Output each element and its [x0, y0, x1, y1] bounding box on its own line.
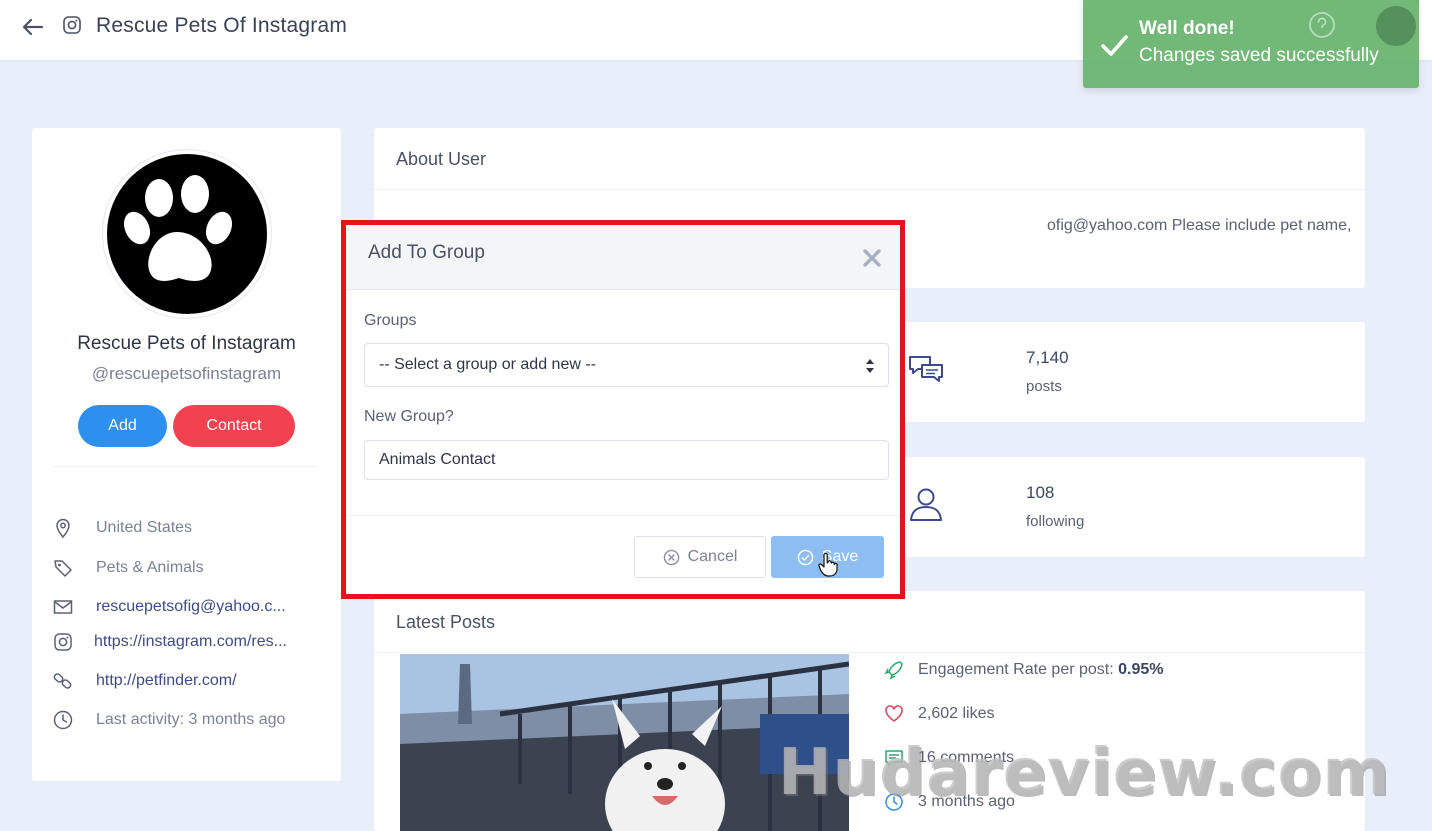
metric-label: 2,602 likes: [918, 705, 995, 722]
engagement-value: 0.95%: [1118, 661, 1164, 678]
instagram-link[interactable]: https://instagram.com/res...: [94, 633, 287, 651]
add-button[interactable]: Add: [78, 405, 167, 447]
profile-divider: [54, 466, 318, 467]
groups-label: Groups: [364, 312, 417, 329]
mail-icon: [53, 600, 73, 614]
modal-footer-divider: [346, 515, 900, 516]
page-title: Rescue Pets Of Instagram: [96, 14, 348, 37]
toast-title: Well done!: [1139, 18, 1235, 39]
cancel-circle-icon: [663, 549, 679, 565]
contact-button[interactable]: Contact: [173, 405, 295, 447]
website-link[interactable]: http://petfinder.com/: [96, 672, 237, 690]
cancel-button[interactable]: Cancel: [634, 536, 766, 578]
info-text: Pets & Animals: [96, 559, 204, 576]
close-button[interactable]: [860, 246, 884, 270]
toast-message: Changes saved successfully: [1139, 45, 1379, 66]
info-website[interactable]: http://petfinder.com/: [52, 669, 332, 695]
new-group-input[interactable]: [364, 440, 889, 480]
info-text: Last activity: 3 months ago: [96, 711, 286, 728]
user-icon: [910, 488, 942, 521]
profile-avatar: [103, 150, 271, 318]
question-circle-icon: [1309, 12, 1335, 38]
info-instagram[interactable]: https://instagram.com/res...: [52, 630, 332, 656]
instagram-icon: [63, 16, 81, 34]
info-email[interactable]: rescuepetsofig@yahoo.c...: [52, 595, 332, 621]
about-text: ofig@yahoo.com Please include pet name,: [1047, 217, 1352, 234]
posts-divider: [374, 652, 1365, 653]
profile-name: Rescue Pets of Instagram: [77, 333, 296, 354]
link-icon: [53, 673, 72, 689]
info-text: United States: [96, 519, 193, 536]
arrow-left-icon[interactable]: [20, 14, 46, 40]
latest-posts-title: Latest Posts: [396, 612, 496, 632]
modal-title: Add To Group: [368, 242, 485, 263]
select-arrows-icon: [866, 359, 874, 373]
group-select[interactable]: -- Select a group or add new --: [364, 343, 889, 387]
new-group-label: New Group?: [364, 408, 454, 425]
check-circle-icon: [797, 549, 814, 565]
metric-likes: 2,602 likes: [884, 704, 1354, 730]
paw-icon: [123, 175, 233, 281]
close-icon: [863, 249, 881, 267]
add-to-group-modal: Add To Group Groups -- Select a group or…: [346, 225, 900, 594]
tag-icon: [54, 560, 72, 577]
about-divider: [374, 189, 1365, 190]
cancel-label: Cancel: [687, 548, 738, 565]
about-title: About User: [396, 149, 487, 169]
group-select-value: -- Select a group or add new --: [379, 356, 596, 373]
stat-label: posts: [1026, 378, 1062, 395]
info-location: United States: [52, 516, 332, 542]
modal-header: Add To Group: [346, 225, 900, 290]
metric-engagement: Engagement Rate per post: 0.95%: [884, 660, 1354, 686]
toast-avatar-shadow: [1376, 6, 1416, 46]
email-link[interactable]: rescuepetsofig@yahoo.c...: [96, 598, 286, 616]
instagram-icon: [54, 633, 72, 651]
hand-cursor-icon: [818, 553, 838, 577]
info-category: Pets & Animals: [52, 556, 332, 582]
profile-card: Rescue Pets of Instagram @rescuepetsofin…: [32, 128, 341, 781]
check-icon: [1101, 35, 1128, 56]
watermark-text: Hudareview.com: [778, 736, 1391, 810]
info-last-activity: Last activity: 3 months ago: [52, 708, 332, 734]
stat-label: following: [1026, 513, 1085, 530]
chat-bubbles-icon: [909, 356, 943, 382]
map-pin-icon: [56, 518, 70, 539]
success-toast: Well done! Changes saved successfully: [1083, 0, 1419, 88]
metric-label: Engagement Rate per post:: [918, 661, 1114, 678]
heart-icon: [885, 705, 903, 722]
clock-icon: [53, 710, 73, 730]
rocket-icon: [884, 661, 903, 680]
stat-value: 7,140: [1026, 348, 1069, 367]
stat-value: 108: [1026, 483, 1055, 502]
profile-handle: @rescuepetsofinstagram: [91, 364, 282, 383]
